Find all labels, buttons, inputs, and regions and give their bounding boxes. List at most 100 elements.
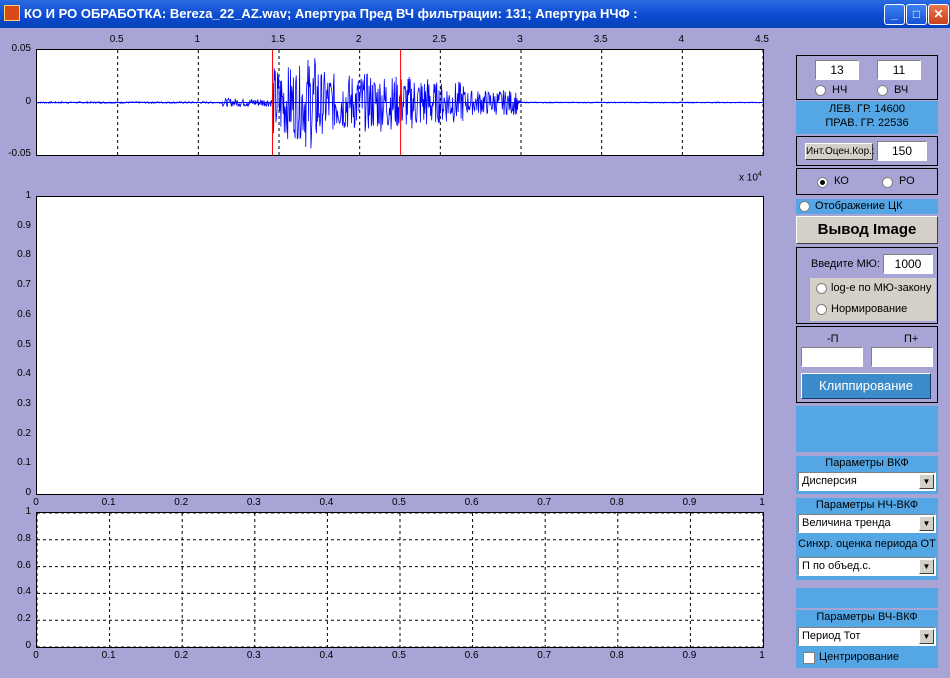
bot-ytick: 0.8: [17, 532, 31, 544]
mid-ytick: 0.3: [17, 397, 31, 409]
lf-aperture-input[interactable]: 13: [815, 60, 859, 80]
mid-xtick: 0.7: [537, 497, 552, 508]
mid-xtick: 1: [759, 497, 765, 508]
normalize-radio[interactable]: [816, 304, 827, 315]
waveform-ytick: 0.05: [11, 43, 31, 54]
mid-ytick: 0.9: [17, 219, 31, 231]
waveform-xtick: 3: [517, 34, 523, 45]
info-area: [796, 406, 938, 452]
chevron-down-icon[interactable]: ▼: [919, 474, 934, 489]
bot-xtick: 1: [759, 650, 765, 661]
mid-ytick: 0.4: [17, 368, 31, 380]
bot-xtick: 0.6: [464, 650, 479, 661]
window-title: КО И РО ОБРАБОТКА: Bereza_22_AZ.wav; Апе…: [24, 6, 638, 21]
vkf-select[interactable]: Дисперсия ▼: [798, 472, 936, 491]
waveform-plot: [37, 50, 763, 155]
lf-label: НЧ: [832, 84, 848, 96]
waveform-xtick: 2: [355, 34, 362, 45]
waveform-xtick: 3.5: [593, 34, 608, 45]
mid-ytick: 0.1: [17, 457, 31, 469]
waveform-xtick: 1: [194, 34, 201, 45]
correlation-axes[interactable]: [36, 196, 764, 495]
right-bound-text: ПРАВ. ГР. 22536: [825, 117, 909, 129]
bot-xtick: 0.8: [609, 650, 624, 661]
waveform-ytick: 0: [25, 95, 31, 107]
waveform-xtick: 4: [678, 34, 685, 45]
hf-vkf-label: Параметры ВЧ-ВКФ: [816, 611, 918, 623]
bot-ytick: 0.2: [17, 613, 31, 625]
show-ck-label: Отображение ЦК: [815, 200, 903, 212]
ro-radio[interactable]: [882, 177, 893, 188]
maximize-button[interactable]: □: [906, 4, 927, 25]
bot-xtick: 0.4: [319, 650, 334, 661]
mu-label: Введите МЮ:: [811, 258, 880, 270]
sync-select-value: П по объед.с.: [802, 560, 871, 572]
mid-ytick: 0.5: [17, 338, 31, 350]
bounds-display: ЛЕВ. ГР. 14600 ПРАВ. ГР. 22536: [796, 101, 938, 134]
waveform-xtick: 4.5: [755, 34, 769, 45]
show-ck-radio[interactable]: [799, 201, 810, 212]
waveform-xtick: 0.5: [109, 34, 124, 45]
ko-radio[interactable]: [817, 177, 828, 188]
waveform-axes[interactable]: [36, 49, 764, 156]
clipping-button[interactable]: Клиппирование: [801, 373, 931, 399]
mid-xtick: 0.9: [682, 497, 697, 508]
mid-xtick: 0.2: [174, 497, 189, 508]
close-button[interactable]: ✕: [928, 4, 949, 25]
mu-law-panel: Введите МЮ: 1000 log-е по МЮ-закону Норм…: [796, 247, 938, 324]
centering-checkbox[interactable]: [803, 652, 815, 664]
bot-xtick: 0.7: [537, 650, 552, 661]
lf-vkf-select[interactable]: Величина тренда ▼: [798, 514, 936, 533]
bot-ytick: 0.4: [17, 586, 31, 598]
ko-label: КО: [834, 175, 849, 187]
bot-xtick: 0.9: [682, 650, 697, 661]
chevron-down-icon[interactable]: ▼: [919, 516, 934, 531]
mid-xtick: 0.8: [609, 497, 624, 508]
mid-xtick: 0.1: [101, 497, 116, 508]
matlab-icon: [4, 5, 20, 21]
log-mu-radio[interactable]: [816, 283, 827, 294]
mid-ytick: 1: [25, 190, 31, 201]
filter-aperture-panel: 13 11 НЧ ВЧ: [796, 55, 938, 100]
mid-xtick: 0.6: [464, 497, 479, 508]
hf-vkf-group: Параметры ВЧ-ВКФ Период Тот ▼ Центрирова…: [796, 610, 938, 668]
plus-p-label: П+: [904, 333, 919, 345]
period-grid: [37, 513, 763, 647]
sync-select[interactable]: П по объед.с. ▼: [798, 557, 936, 576]
hf-aperture-input[interactable]: 11: [877, 60, 921, 80]
mid-ytick: 0: [25, 487, 31, 498]
log-mu-label: log-е по МЮ-закону: [831, 282, 932, 294]
vkf-select-value: Дисперсия: [802, 475, 857, 487]
mid-xtick: 0.3: [246, 497, 261, 508]
output-image-button[interactable]: Вывод Image: [796, 216, 938, 244]
chevron-down-icon[interactable]: ▼: [919, 559, 934, 574]
int-corr-panel: Инт.Оцен.Кор.: 150: [796, 136, 938, 166]
hf-radio[interactable]: [877, 85, 888, 96]
sync-label: Синхр. оценка периода ОТ: [798, 538, 936, 550]
lf-vkf-group: Параметры НЧ-ВКФ Величина тренда ▼ Синхр…: [796, 498, 938, 580]
mid-ytick: 0.8: [17, 249, 31, 261]
normalize-label: Нормирование: [831, 303, 908, 315]
plus-p-input[interactable]: [871, 347, 933, 367]
show-ck-row: Отображение ЦК: [796, 199, 938, 214]
hf-vkf-select-value: Период Тот: [802, 630, 861, 642]
int-corr-input[interactable]: 150: [877, 141, 927, 161]
int-corr-label: Инт.Оцен.Кор.:: [805, 143, 875, 160]
mu-input[interactable]: 1000: [883, 254, 933, 274]
hf-vkf-select[interactable]: Период Тот ▼: [798, 627, 936, 646]
waveform-xtick: 2.5: [432, 34, 447, 45]
minimize-button[interactable]: _: [884, 4, 905, 25]
chevron-down-icon[interactable]: ▼: [919, 629, 934, 644]
clipping-panel: -П П+ Клиппирование: [796, 326, 938, 403]
period-axes[interactable]: [36, 512, 764, 648]
vkf-params-label: Параметры ВКФ: [825, 457, 909, 469]
waveform-ytick: -0.05: [8, 148, 31, 159]
minus-p-input[interactable]: [801, 347, 863, 367]
bot-ytick: 0.6: [17, 559, 31, 571]
centering-label: Центрирование: [819, 651, 900, 663]
mu-options: log-е по МЮ-закону Нормирование: [810, 278, 936, 321]
spacer-area: [796, 588, 938, 608]
bot-xtick: 0: [33, 650, 39, 661]
lf-radio[interactable]: [815, 85, 826, 96]
bot-xtick: 0.1: [101, 650, 116, 661]
